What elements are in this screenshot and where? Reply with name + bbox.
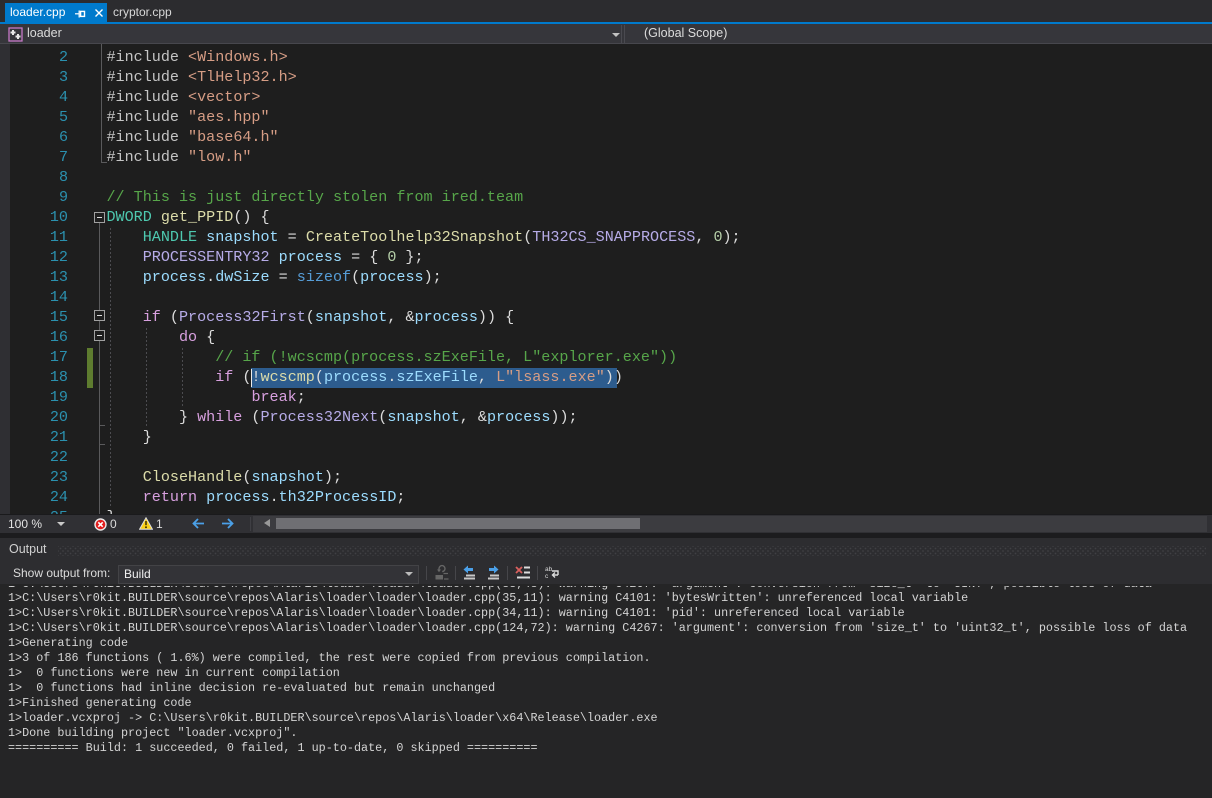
svg-text:c: c xyxy=(545,573,549,580)
svg-text:ab: ab xyxy=(545,566,553,573)
